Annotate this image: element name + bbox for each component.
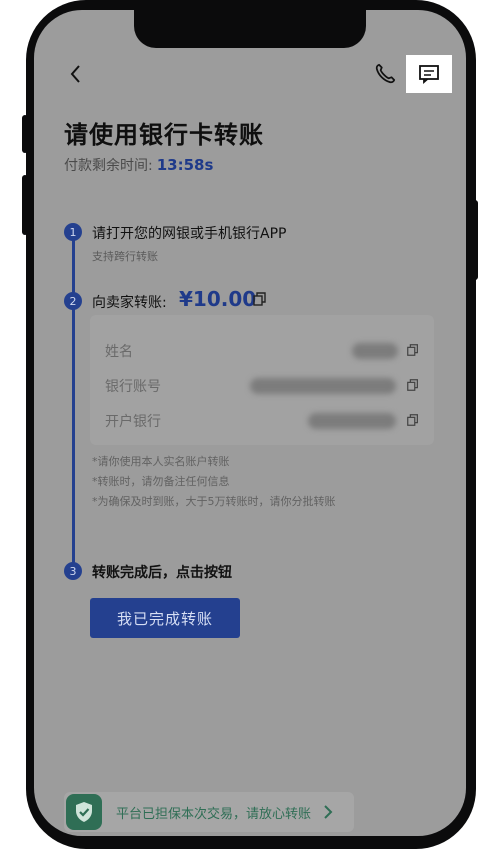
transfer-amount: ¥10.00 [179,287,257,311]
page-title: 请使用银行卡转账 [64,121,264,149]
message-icon [419,65,439,84]
step-text: 请打开您的网银或手机银行APP [92,226,287,242]
side-button [22,175,28,235]
side-button [22,115,28,153]
nav-bar [34,50,466,98]
screen: 请使用银行卡转账 付款剩余时间: 13:58s 1 请打开您的网银或手机银行APP… [34,10,466,836]
field-label: 姓名 [105,344,133,360]
phone-icon[interactable] [372,61,398,87]
copy-icon[interactable] [406,377,420,391]
step-number: 2 [64,292,82,310]
countdown-timer: 付款剩余时间: 13:58s [64,155,213,175]
step-number: 3 [64,562,82,580]
field-label: 开户银行 [105,414,161,430]
note-line: *请你使用本人实名账户转账 [92,455,230,468]
chevron-right-icon [322,804,334,820]
step-text: 转账完成后，点击按钮 [92,565,232,581]
note-line: *转账时，请勿备注任何信息 [92,475,230,488]
guarantee-text: 平台已担保本次交易，请放心转账 [116,807,312,822]
side-button [472,200,478,280]
step-text: 向卖家转账: [92,295,167,311]
step-subtext: 支持跨行转账 [92,250,158,263]
copy-icon[interactable] [252,291,268,307]
copy-icon[interactable] [406,412,420,426]
timer-label: 付款剩余时间: [64,158,153,174]
redacted-value [308,413,396,429]
field-label: 银行账号 [105,379,161,395]
payee-info-card: 姓名 银行账号 开户银行 [90,315,434,445]
timer-value: 13:58s [156,156,214,174]
step-connector [72,237,75,573]
notch [134,10,366,48]
payee-name-row: 姓名 [90,335,434,365]
chevron-left-icon[interactable] [64,62,88,86]
redacted-value [250,378,396,394]
bank-name-row: 开户银行 [90,405,434,435]
copy-icon[interactable] [406,342,420,356]
transfer-notes: *请你使用本人实名账户转账 *转账时，请勿备注任何信息 *为确保及时到账，大于5… [92,452,336,512]
shield-check-icon [66,794,102,830]
redacted-value [352,343,398,359]
bank-account-row: 银行账号 [90,370,434,400]
transfer-done-button[interactable]: 我已完成转账 [90,598,240,638]
step-number: 1 [64,223,82,241]
message-button[interactable] [406,55,452,93]
guarantee-banner[interactable]: 平台已担保本次交易，请放心转账 [64,792,354,832]
note-line: *为确保及时到账，大于5万转账时，请你分批转账 [92,495,336,508]
